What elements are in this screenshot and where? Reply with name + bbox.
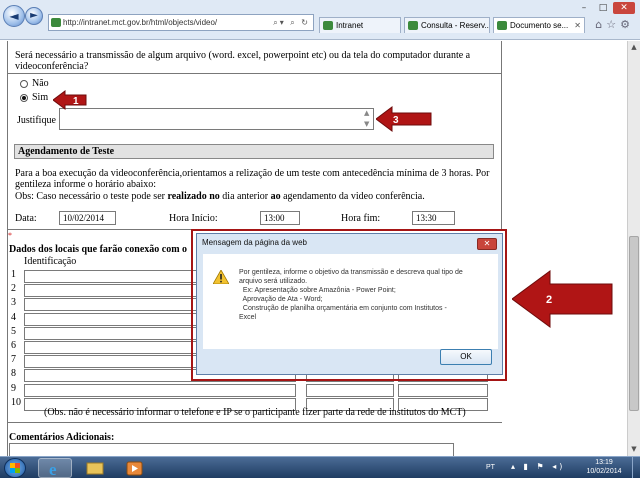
divider — [7, 73, 502, 74]
justify-textarea[interactable] — [59, 108, 374, 130]
comments-textarea[interactable] — [9, 443, 454, 456]
row-number: 9 — [11, 382, 16, 394]
tab-intranet[interactable]: Intranet — [319, 17, 401, 33]
dialog-message: Por gentileza, informe o objetivo da tra… — [239, 268, 479, 322]
annotation-label-3: 3 — [393, 115, 399, 126]
question-line-2: videoconferência? — [15, 61, 89, 72]
taskbar: e PT ▴ ▮ ⚑ ◂) 13:19 10/02/2014 — [0, 456, 640, 478]
required-mark: * — [8, 231, 12, 240]
row-number: 4 — [11, 311, 16, 323]
tab-label: Consulta - Reserv... — [421, 21, 490, 30]
clock-time[interactable]: 13:19 — [580, 459, 628, 466]
start-time-label: Hora Início: — [169, 213, 218, 224]
maximize-button[interactable]: □ — [594, 2, 612, 14]
row-number: 5 — [11, 325, 16, 337]
end-time-input[interactable]: 13:30 — [412, 211, 455, 225]
date-input[interactable]: 10/02/2014 — [59, 211, 116, 225]
taskbar-media-icon[interactable] — [118, 458, 152, 478]
tray-icons[interactable]: ▴ ▮ ⚑ ◂) — [511, 462, 565, 471]
col-identification: Identificação — [24, 256, 77, 267]
dialog-body: Por gentileza, informe o objetivo da tra… — [203, 254, 498, 349]
tab-label: Intranet — [336, 21, 364, 30]
question-line-1: Será necessário a transmissão de algum a… — [15, 50, 471, 61]
scroll-down-icon[interactable]: ▼ — [628, 443, 640, 455]
date-label: Data: — [15, 213, 37, 224]
row-ip-input[interactable] — [398, 383, 488, 397]
taskbar-ie-icon[interactable]: e — [38, 458, 72, 478]
tab-label: Documento se... — [510, 21, 569, 30]
annotation-arrow-1: 1 — [53, 90, 87, 110]
end-time-label: Hora fim: — [341, 213, 381, 224]
test-obs: Obs: Caso necessário o teste pode ser re… — [15, 191, 425, 202]
comments-title: Comentários Adicionais: — [9, 432, 115, 443]
radio-no-label: Não — [32, 78, 49, 89]
row-number: 3 — [11, 297, 16, 309]
show-desktop-button[interactable] — [632, 457, 640, 478]
scroll-up-icon[interactable]: ▲ — [628, 41, 640, 53]
test-section-header: Agendamento de Teste — [14, 144, 494, 159]
annotation-arrow-3: 3 — [376, 106, 432, 132]
scroll-thumb[interactable] — [629, 236, 639, 411]
browser-toolbar: ◄ ► http://intranet.mct.gov.br/html/obje… — [0, 0, 640, 40]
dialog-message-line: Excel — [239, 314, 257, 321]
tab-documento[interactable]: Documento se... ✕ — [493, 17, 585, 33]
windows-logo-icon — [10, 463, 20, 473]
test-text-1: Para a boa execução da videoconferência,… — [15, 168, 490, 179]
toolbar-right-icons[interactable]: ⌂☆⚙ — [595, 18, 634, 31]
back-button[interactable]: ◄ — [3, 5, 25, 27]
tab-close-icon[interactable]: ✕ — [574, 18, 581, 33]
row-phone-input[interactable] — [306, 383, 394, 397]
minimize-button[interactable]: – — [575, 2, 593, 14]
frame-left-border — [7, 41, 8, 456]
taskbar-folder-icon[interactable] — [78, 458, 112, 478]
dialog-message-line: Por gentileza, informe o objetivo da tra… — [239, 269, 463, 276]
radio-no[interactable] — [20, 80, 28, 88]
row-number: 6 — [11, 340, 16, 351]
close-window-button[interactable]: ✕ — [613, 2, 635, 14]
start-time-input[interactable]: 13:00 — [260, 211, 300, 225]
address-bar[interactable]: http://intranet.mct.gov.br/html/objects/… — [48, 14, 314, 31]
search-refresh-icons[interactable]: ⌕▾ ⌕ ↻ — [273, 15, 310, 30]
language-indicator[interactable]: PT — [486, 464, 495, 471]
site-favicon-icon — [51, 18, 61, 27]
tab-favicon-icon — [323, 21, 333, 30]
row-identification-input[interactable] — [24, 383, 296, 397]
radio-yes-label: Sim — [32, 92, 49, 103]
row-number: 10 — [11, 396, 21, 408]
dialog-message-line: arquivo será utilizado. — [239, 278, 308, 285]
forward-button[interactable]: ► — [25, 7, 43, 25]
divider — [7, 422, 502, 423]
row-number: 1 — [11, 269, 16, 280]
dialog-title: Mensagem da página da web — [202, 238, 307, 247]
textarea-scroll-icon[interactable]: ▼ — [364, 120, 369, 128]
test-text-2: gentileza informe o horário abaixo: — [15, 179, 157, 190]
svg-text:e: e — [49, 460, 57, 478]
annotation-label-1: 1 — [73, 96, 79, 107]
locations-note: (Obs. não é necessário informar o telefo… — [44, 407, 466, 418]
tab-consulta[interactable]: Consulta - Reserv... — [404, 17, 490, 33]
radio-yes[interactable] — [20, 94, 28, 102]
address-text: http://intranet.mct.gov.br/html/objects/… — [63, 18, 218, 27]
dialog-message-line: Construção de planilha orçamentária em c… — [239, 305, 447, 312]
page-scrollbar[interactable]: ▲ ▼ — [627, 41, 640, 456]
frame-right-border — [501, 41, 502, 229]
dialog-message-line: Aprovação de Ata - Word; — [239, 296, 323, 303]
ok-button[interactable]: OK — [440, 349, 492, 365]
annotation-arrow-2: 2 — [512, 270, 613, 328]
tab-favicon-icon — [408, 21, 418, 30]
row-number: 7 — [11, 354, 16, 366]
clock-date[interactable]: 10/02/2014 — [580, 468, 628, 475]
row-number: 8 — [11, 368, 16, 380]
tab-favicon-icon — [497, 21, 507, 30]
annotation-label-2: 2 — [546, 294, 552, 306]
dialog-message-line: Ex: Apresentação sobre Amazônia - Power … — [239, 287, 396, 294]
row-number: 2 — [11, 283, 16, 295]
warning-icon — [213, 270, 229, 284]
dialog-close-button[interactable]: ✕ — [477, 238, 497, 250]
alert-dialog: Mensagem da página da web ✕ Por gentilez… — [196, 233, 503, 375]
start-button[interactable] — [4, 458, 26, 478]
textarea-scroll-icon[interactable]: ▲ — [364, 109, 369, 117]
justify-label: Justifique — [17, 115, 56, 126]
locations-title: Dados dos locais que farão conexão com o — [9, 244, 188, 255]
